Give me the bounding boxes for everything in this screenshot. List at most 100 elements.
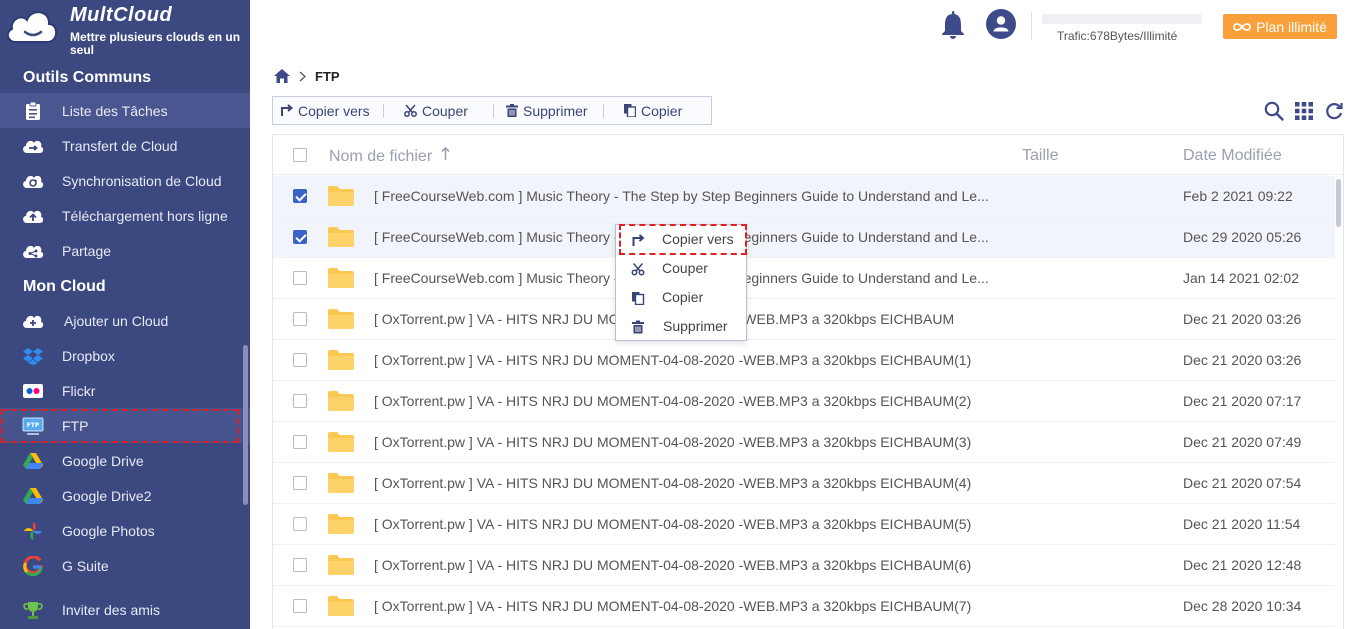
row-checkbox[interactable]	[293, 435, 307, 449]
file-date: Dec 21 2020 11:54	[1183, 516, 1301, 532]
unlimited-plan-button[interactable]: Plan illimité	[1223, 14, 1337, 39]
context-delete[interactable]: Supprimer	[616, 312, 746, 341]
file-date: Dec 21 2020 07:49	[1183, 434, 1302, 450]
copy-label: Copier	[641, 102, 683, 119]
row-checkbox[interactable]	[293, 271, 307, 285]
traffic-label: Trafic:678Bytes/Illimité	[1057, 29, 1178, 43]
sidebar-item-add-cloud[interactable]: Ajouter un Cloud	[0, 303, 250, 338]
grid-view-icon[interactable]	[1294, 101, 1314, 121]
toolbar-divider	[383, 104, 384, 118]
row-checkbox[interactable]	[293, 189, 307, 203]
file-name[interactable]: [ OxTorrent.pw ] VA - HITS NRJ DU MOMENT…	[374, 516, 971, 532]
toolbar-divider	[493, 104, 494, 118]
section-title-cloud: Mon Cloud	[23, 278, 106, 295]
copy-to-icon	[281, 104, 293, 116]
sidebar-item-g-suite[interactable]: G Suite	[0, 548, 250, 583]
table-row[interactable]: [ OxTorrent.pw ] VA - HITS NRJ DU MOMENT…	[273, 586, 1335, 627]
file-name[interactable]: [ OxTorrent.pw ] VA - HITS NRJ DU MOMENT…	[374, 434, 971, 450]
table-row[interactable]: [ OxTorrent.pw ] VA - HITS NRJ DU MOMENT…	[273, 381, 1335, 422]
sidebar-item-invite-friends[interactable]: Inviter des amis	[0, 592, 250, 627]
bell-icon[interactable]	[941, 11, 965, 39]
sidebar-item-flickr[interactable]: Flickr	[0, 373, 250, 408]
column-date-header[interactable]: Date Modifiée	[1183, 147, 1282, 165]
breadcrumb-current[interactable]: FTP	[315, 69, 340, 84]
file-name[interactable]: [ OxTorrent.pw ] VA - HITS NRJ DU MOMENT…	[374, 475, 971, 491]
context-copy[interactable]: Copier	[616, 283, 746, 312]
toolbar-divider	[603, 104, 604, 118]
sidebar-item-google-drive[interactable]: Google Drive	[0, 443, 250, 478]
scissors-icon	[404, 104, 417, 117]
google-drive-icon	[22, 486, 44, 506]
search-icon[interactable]	[1264, 101, 1284, 121]
table-row[interactable]: [ OxTorrent.pw ] VA - HITS NRJ DU MOMENT…	[273, 299, 1335, 340]
context-copy-label: Copier	[662, 289, 704, 305]
file-name[interactable]: [ OxTorrent.pw ] VA - HITS NRJ DU MOMENT…	[374, 598, 971, 614]
file-list-header: Nom de fichier Taille Date Modifiée	[273, 135, 1343, 175]
row-checkbox[interactable]	[293, 476, 307, 490]
folder-icon	[328, 227, 354, 247]
list-scrollbar[interactable]	[1336, 179, 1341, 227]
sidebar-scrollbar[interactable]	[243, 345, 248, 505]
chevron-right-icon	[299, 71, 306, 81]
sidebar-item-label: Google Drive2	[62, 488, 152, 504]
refresh-icon[interactable]	[1324, 101, 1344, 121]
sidebar-item-label: Liste des Tâches	[62, 103, 168, 119]
row-checkbox[interactable]	[293, 312, 307, 326]
copy-to-button[interactable]: Copier vers	[280, 97, 370, 124]
table-row[interactable]: [ FreeCourseWeb.com ] Music Theory - The…	[273, 217, 1335, 258]
cloud-upload-icon	[22, 206, 44, 226]
home-icon[interactable]	[274, 69, 290, 83]
copy-button[interactable]: Copier	[624, 97, 682, 124]
sidebar-item-offline-download[interactable]: Téléchargement hors ligne	[0, 198, 250, 233]
sidebar-item-google-photos[interactable]: Google Photos	[0, 513, 250, 548]
multcloud-logo-icon	[6, 11, 58, 43]
brand-tagline: Mettre plusieurs clouds en un seul	[70, 30, 241, 57]
file-date: Dec 21 2020 03:26	[1183, 352, 1302, 368]
sort-up-icon	[441, 146, 450, 160]
sidebar-item-cloud-transfer[interactable]: Transfert de Cloud	[0, 128, 250, 163]
row-checkbox[interactable]	[293, 558, 307, 572]
column-name-label: Nom de fichier	[329, 148, 433, 165]
sidebar-item-google-drive2[interactable]: Google Drive2	[0, 478, 250, 513]
cloud-add-icon	[22, 311, 44, 331]
dropbox-icon	[22, 346, 44, 366]
delete-button[interactable]: Supprimer	[506, 97, 588, 124]
context-delete-label: Supprimer	[663, 318, 728, 334]
trophy-icon	[22, 600, 44, 620]
sidebar-item-task-list[interactable]: Liste des Tâches	[0, 93, 250, 128]
traffic-usage-bar	[1042, 14, 1202, 24]
copy-icon	[632, 292, 645, 305]
context-cut[interactable]: Couper	[616, 254, 746, 283]
table-row[interactable]: [ OxTorrent.pw ] VA - HITS NRJ DU MOMENT…	[273, 340, 1335, 381]
sidebar-item-label: Google Drive	[62, 453, 144, 469]
sidebar-item-dropbox[interactable]: Dropbox	[0, 338, 250, 373]
folder-icon	[328, 391, 354, 411]
table-row[interactable]: [ OxTorrent.pw ] VA - HITS NRJ DU MOMENT…	[273, 504, 1335, 545]
row-checkbox[interactable]	[293, 517, 307, 531]
row-checkbox[interactable]	[293, 394, 307, 408]
cloud-transfer-icon	[22, 136, 44, 156]
row-checkbox[interactable]	[293, 230, 307, 244]
column-name-header[interactable]: Nom de fichier	[329, 146, 450, 166]
file-date: Dec 28 2020 10:34	[1183, 598, 1302, 614]
ftp-highlight-box	[1, 409, 239, 443]
table-row[interactable]: [ OxTorrent.pw ] VA - HITS NRJ DU MOMENT…	[273, 422, 1335, 463]
table-row[interactable]: [ OxTorrent.pw ] VA - HITS NRJ DU MOMENT…	[273, 463, 1335, 504]
file-name[interactable]: [ OxTorrent.pw ] VA - HITS NRJ DU MOMENT…	[374, 393, 971, 409]
sidebar-item-cloud-sync[interactable]: Synchronisation de Cloud	[0, 163, 250, 198]
brand[interactable]: MultCloud Mettre plusieurs clouds en un …	[0, 0, 250, 62]
cut-button[interactable]: Couper	[404, 97, 468, 124]
row-checkbox[interactable]	[293, 353, 307, 367]
file-name[interactable]: [ OxTorrent.pw ] VA - HITS NRJ DU MOMENT…	[374, 352, 971, 368]
table-row[interactable]: [ FreeCourseWeb.com ] Music Theory - The…	[273, 176, 1335, 217]
file-name[interactable]: [ OxTorrent.pw ] VA - HITS NRJ DU MOMENT…	[374, 557, 971, 573]
file-date: Dec 29 2020 05:26	[1183, 229, 1302, 245]
table-row[interactable]: [ FreeCourseWeb.com ] Music Theory - The…	[273, 258, 1335, 299]
avatar[interactable]	[986, 9, 1016, 39]
row-checkbox[interactable]	[293, 599, 307, 613]
file-name[interactable]: [ FreeCourseWeb.com ] Music Theory - The…	[374, 188, 989, 204]
column-size-header[interactable]: Taille	[1022, 147, 1058, 165]
table-row[interactable]: [ OxTorrent.pw ] VA - HITS NRJ DU MOMENT…	[273, 545, 1335, 586]
select-all-checkbox[interactable]	[293, 148, 307, 162]
sidebar-item-share[interactable]: Partage	[0, 233, 250, 268]
